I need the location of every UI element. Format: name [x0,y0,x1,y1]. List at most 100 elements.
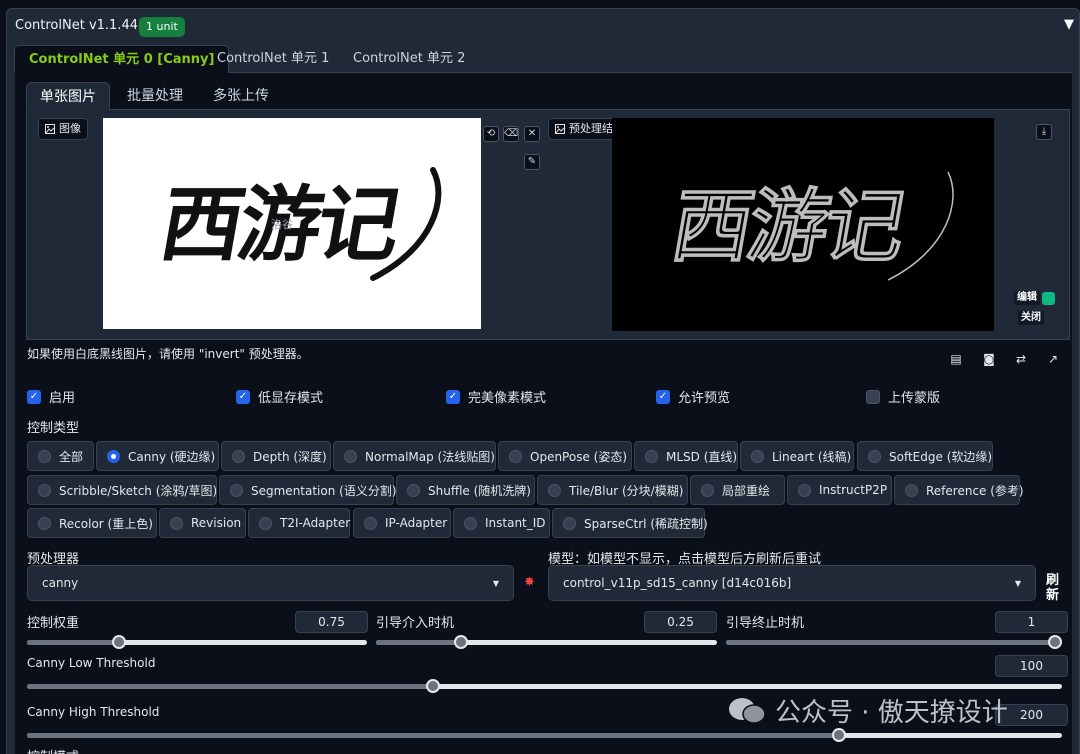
low-threshold-slider-thumb[interactable] [426,679,440,693]
radio-t2i-adapter[interactable]: T2I-Adapter [248,508,350,538]
brush-icon[interactable]: ✎ [524,154,540,170]
high-threshold-slider-fill [27,733,839,738]
checkbox-upload-mask[interactable]: 上传蒙版 [866,387,940,406]
radio-label: Instant_ID [485,516,546,530]
close-preview-button[interactable]: 关闭 [1018,311,1044,325]
input-tabbar: 单张图片 批量处理 多张上传 [26,82,1070,110]
radio-instant-id[interactable]: Instant_ID [453,508,550,538]
tab-multi-upload[interactable]: 多张上传 [200,82,282,110]
checkbox-pixel-perfect[interactable]: ✓ 完美像素模式 [446,387,546,406]
checkbox-enable[interactable]: ✓ 启用 [27,387,75,406]
radio-label: MLSD (直线) [666,449,738,464]
tab-batch[interactable]: 批量处理 [114,82,196,110]
radio-label: IP-Adapter [385,516,448,530]
end-slider-thumb[interactable] [1048,635,1062,649]
start-slider[interactable] [376,635,717,649]
radio-ip-adapter[interactable]: IP-Adapter [353,508,451,538]
swap-icon[interactable]: ⇄ [1013,351,1029,367]
radio-scribble[interactable]: Scribble/Sketch (涂鸦/草图) [27,475,217,505]
radio-sparsectrl[interactable]: SparseCtrl (稀疏控制) [552,508,708,538]
chevron-down-icon: ▼ [1014,578,1021,588]
radio-mlsd[interactable]: MLSD (直线) [634,441,738,471]
download-icon[interactable]: ⤓ [1036,124,1052,140]
radio-icon [798,483,811,497]
radio-label: 全部 [59,449,84,464]
tab-unit-0[interactable]: ControlNet 单元 0 [Canny] [14,45,230,73]
refresh-button[interactable]: 刷新 [1046,573,1062,603]
high-threshold-label: Canny High Threshold [27,705,160,719]
radio-icon [563,516,576,530]
checkbox-label: 上传蒙版 [888,391,941,406]
close-icon[interactable]: ✕ [524,126,540,142]
radio-recolor[interactable]: Recolor (重上色) [27,508,157,538]
check-icon: ✓ [236,389,250,404]
explode-icon[interactable]: ✸ [524,575,535,590]
rotate-icon[interactable]: ⟲ [483,126,499,142]
notes-icon[interactable]: ▤ [948,351,964,367]
weight-label: 控制权重 [27,616,80,631]
edit-button[interactable]: 编辑 [1014,291,1055,305]
tab-single-image[interactable]: 单张图片 [26,82,110,110]
send-icon[interactable]: ↗ [1045,351,1061,367]
high-threshold-slider[interactable] [27,728,1062,742]
radio-shuffle[interactable]: Shuffle (随机洗牌) [396,475,535,505]
model-dropdown[interactable]: control_v11p_sd15_canny [d14c016b] ▼ [548,565,1036,601]
radio-canny[interactable]: Canny (硬边缘) [96,441,219,471]
high-threshold-slider-thumb[interactable] [832,728,846,742]
radio-label: Lineart (线稿) [772,449,852,464]
radio-openpose[interactable]: OpenPose (姿态) [498,441,632,471]
checkbox-label: 启用 [49,391,76,406]
start-label: 引导介入时机 [376,616,455,631]
end-slider-fill [726,640,1062,645]
radio-inpaint[interactable]: 局部重绘 [690,475,785,505]
control-type-label: 控制类型 [27,421,80,436]
weight-number-input[interactable]: 0.75 [295,611,368,633]
radio-label: Shuffle (随机洗牌) [428,483,531,498]
radio-lineart[interactable]: Lineart (线稿) [740,441,854,471]
radio-reference[interactable]: Reference (参考) [894,475,1024,505]
radio-segmentation[interactable]: Segmentation (语义分割) [219,475,397,505]
eraser-icon[interactable]: ⌫ [503,126,519,142]
start-number-input[interactable]: 0.25 [644,611,717,633]
low-threshold-input[interactable]: 100 [995,655,1068,677]
check-icon: ✓ [656,389,670,404]
checkbox-empty-icon [866,389,880,404]
radio-all[interactable]: 全部 [27,441,94,471]
checkbox-allow-preview[interactable]: ✓ 允许预览 [656,387,730,406]
edit-label: 编辑 [1014,291,1040,305]
radio-instructp2p[interactable]: InstructP2P [787,475,892,505]
weight-slider-fill [27,640,119,645]
preview-image-canvas: 西游记 [612,118,994,331]
radio-normalmap[interactable]: NormalMap (法线贴图) [333,441,496,471]
low-threshold-label: Canny Low Threshold [27,656,156,670]
radio-tile[interactable]: Tile/Blur (分块/模糊) [537,475,688,505]
tab-unit-2[interactable]: ControlNet 单元 2 [339,45,479,73]
radio-label: Recolor (重上色) [59,516,153,531]
image-icon [555,124,565,134]
tab-unit-1[interactable]: ControlNet 单元 1 [203,45,343,73]
weight-slider-thumb[interactable] [112,635,126,649]
collapse-icon[interactable]: ▼ [1064,17,1074,32]
check-icon: ✓ [27,389,41,404]
end-number-input[interactable]: 1 [995,611,1068,633]
radio-softedge[interactable]: SoftEdge (软边缘) [857,441,993,471]
watermark: 公众号 · 傲天撩设计 [727,692,1008,729]
radio-revision[interactable]: Revision [159,508,246,538]
radio-depth[interactable]: Depth (深度) [221,441,331,471]
end-slider[interactable] [726,635,1062,649]
checkbox-lowvram[interactable]: ✓ 低显存模式 [236,387,323,406]
radio-label: Tile/Blur (分块/模糊) [569,483,684,498]
radio-label: Reference (参考) [926,483,1024,498]
radio-icon [259,516,272,530]
input-image-canvas[interactable]: 西游记 洛谷 [103,118,481,329]
preprocessor-dropdown[interactable]: canny ▼ [27,565,514,601]
radio-label: Segmentation (语义分割) [251,483,397,498]
control-mode-label: 控制模式 [27,746,79,754]
start-slider-thumb[interactable] [454,635,468,649]
camera-icon[interactable]: ◙ [981,351,997,367]
weight-slider[interactable] [27,635,367,649]
low-threshold-slider[interactable] [27,679,1062,693]
checkbox-label: 完美像素模式 [468,391,547,406]
overlay-text: 洛谷 [271,218,293,231]
radio-icon [905,483,918,497]
